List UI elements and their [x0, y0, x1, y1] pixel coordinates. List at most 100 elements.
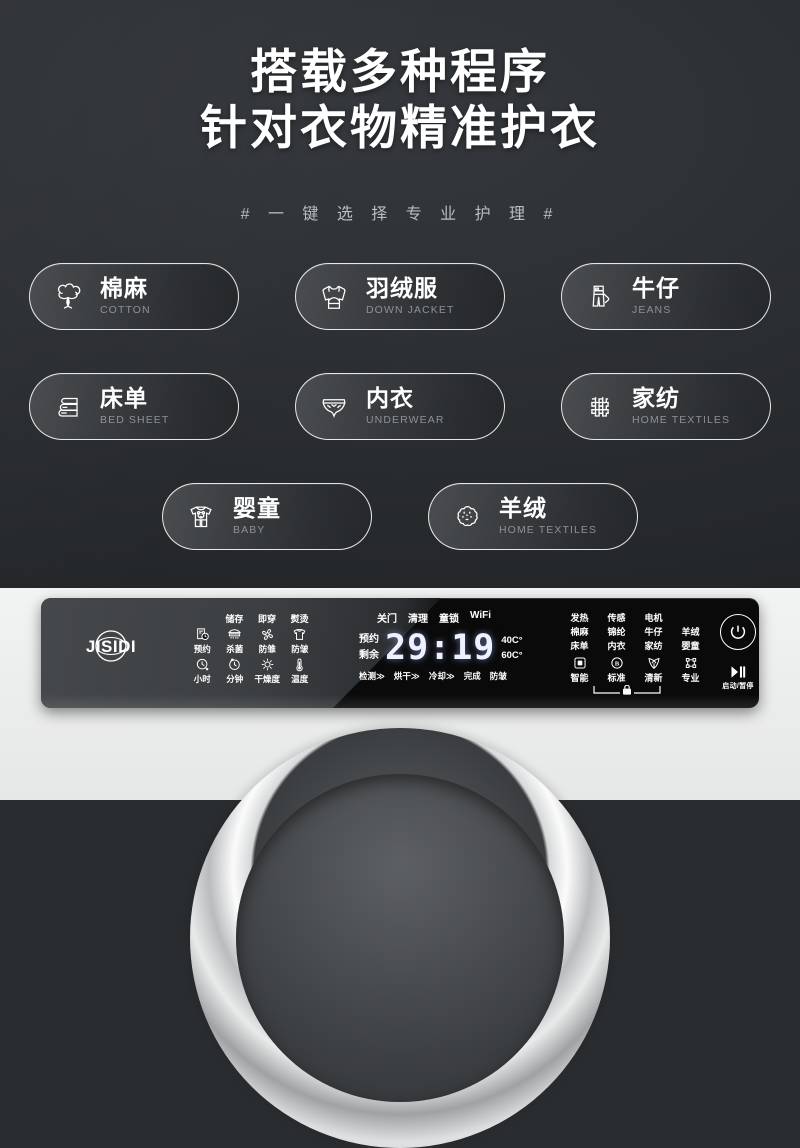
headline-line-2: 针对衣物精准护衣 — [200, 101, 600, 154]
button-label: 防皱 — [291, 644, 309, 654]
folded-sheet-icon — [58, 397, 78, 417]
mode-label: 专业 — [681, 673, 700, 683]
step-anti-wrinkle: 防皱 — [489, 671, 507, 681]
page-subtitle: # 一 键 选 择 专 业 护 理 # — [240, 206, 560, 223]
fabric-bed-sheet: 床单 — [570, 641, 589, 651]
program-pill-baby[interactable]: 婴童 BABY — [162, 483, 372, 550]
page-title: 搭载多种程序 针对衣物精准护衣 — [0, 44, 800, 156]
svg-text:B: B — [614, 661, 619, 668]
button-label: 防雏 — [258, 644, 276, 654]
down-jacket-icon — [322, 285, 346, 309]
button-professional-mode[interactable]: 专业 — [672, 656, 709, 684]
program-label-en: JEANS — [632, 304, 672, 316]
label-remaining: 剩余 — [359, 650, 379, 661]
power-section: 启动/暂停 — [713, 614, 759, 691]
label-iron: 熨烫 — [290, 614, 309, 624]
control-panel: JISIDI 储存 即穿 熨烫 预约 杀菌 防雏 防皱 小时 分钟 干燥度 温度… — [41, 598, 759, 708]
button-hour[interactable]: 小时 — [186, 657, 219, 685]
storage-wear-iron-labels: 储存 即穿 熨烫 — [218, 612, 316, 625]
anti-wrinkle-shirt-icon — [293, 629, 306, 640]
button-fresh-mode[interactable]: 清新 — [635, 656, 672, 684]
mode-label: 智能 — [570, 673, 589, 683]
schedule-icon — [196, 628, 209, 641]
right-program-cluster: 发热 传感 电机 棉麻 锦纶 牛仔 羊绒 床单 内衣 家纺 婴童 智能 B 标准… — [561, 611, 711, 702]
cotton-flower-icon — [57, 282, 81, 309]
program-pill-underwear[interactable]: 内衣 UNDERWEAR — [295, 373, 505, 440]
fabric-home-textiles: 家纺 — [644, 641, 663, 651]
smart-square-icon — [573, 657, 586, 669]
thermometer-icon — [296, 658, 303, 672]
component-status-row: 发热 传感 电机 — [561, 611, 711, 625]
status-child-lock: 童锁 — [439, 614, 459, 625]
jisidi-logo-icon: JISIDI — [86, 630, 136, 662]
label-reserve: 预约 — [359, 634, 379, 645]
button-smart-mode[interactable]: 智能 — [561, 656, 598, 684]
program-label-cn: 内衣 — [366, 385, 414, 411]
program-label-en: HOME TEXTILES — [499, 524, 598, 536]
button-anti-mite[interactable]: 防雏 — [251, 627, 284, 655]
button-temperature[interactable]: 温度 — [284, 657, 317, 685]
mode-label: 清新 — [644, 673, 663, 683]
button-dryness[interactable]: 干燥度 — [251, 657, 284, 685]
play-pause-icon — [731, 666, 746, 678]
start-pause-button[interactable]: 启动/暂停 — [713, 664, 759, 691]
jeans-icon — [592, 285, 610, 307]
program-label-cn: 羽绒服 — [366, 275, 438, 301]
dryness-sun-icon — [261, 658, 273, 671]
mode-label: 标准 — [607, 673, 626, 683]
button-label: 预约 — [193, 644, 211, 654]
power-icon — [730, 625, 746, 639]
step-cool: 冷却≫ — [428, 671, 455, 681]
program-pill-jeans[interactable]: 牛仔 JEANS — [561, 263, 771, 330]
start-pause-label: 启动/暂停 — [722, 683, 754, 690]
program-pill-wool[interactable]: 羊绒 HOME TEXTILES — [428, 483, 638, 550]
program-label-en: COTTON — [100, 304, 151, 316]
power-button[interactable] — [720, 614, 756, 650]
button-sterilize[interactable]: 杀菌 — [219, 627, 252, 655]
button-label: 分钟 — [226, 674, 244, 684]
button-minute[interactable]: 分钟 — [219, 657, 252, 685]
program-label-cn: 床单 — [100, 385, 148, 411]
label-storage: 储存 — [225, 614, 244, 624]
adjust-icon-row: 小时 分钟 干燥度 温度 — [186, 657, 316, 685]
display-status-row: 关门 清理 童锁 WiFi — [377, 610, 539, 625]
hour-clock-icon — [196, 658, 208, 671]
button-label: 小时 — [193, 674, 211, 684]
sterilize-icon — [228, 629, 242, 639]
left-function-cluster: 储存 即穿 熨烫 预约 杀菌 防雏 防皱 小时 分钟 干燥度 温度 — [186, 612, 316, 685]
label-ready-wear: 即穿 — [258, 614, 277, 624]
display-progress-steps: 检测≫ 烘干≫ 冷却≫ 完成 防皱 — [359, 670, 539, 682]
status-heating: 发热 — [570, 613, 589, 623]
program-label-cn: 棉麻 — [100, 275, 148, 301]
status-display: 关门 清理 童锁 WiFi 预约 剩余 29:19 40C° 60C° 检测≫ … — [359, 610, 539, 698]
button-schedule[interactable]: 预约 — [186, 627, 219, 655]
minute-clock-icon — [229, 658, 241, 671]
fresh-leaf-icon — [647, 657, 660, 669]
button-label: 干燥度 — [254, 674, 280, 684]
program-row-2: 床单 BED SHEET 内衣 UNDERWEAR 家纺 HOME TEXTIL… — [0, 373, 800, 440]
program-pill-down-jacket[interactable]: 羽绒服 DOWN JACKET — [295, 263, 505, 330]
step-dry: 烘干≫ — [393, 671, 420, 681]
machine-door[interactable] — [190, 728, 610, 1148]
fabric-jeans: 牛仔 — [644, 627, 663, 637]
anti-mite-icon — [261, 629, 273, 640]
program-pill-home-textiles[interactable]: 家纺 HOME TEXTILES — [561, 373, 771, 440]
fabric-row-1: 棉麻 锦纶 牛仔 羊绒 — [561, 625, 711, 639]
underwear-icon — [322, 398, 346, 418]
button-standard-mode[interactable]: B 标准 — [598, 656, 635, 684]
program-label-en: BED SHEET — [100, 414, 170, 426]
status-sensor: 传感 — [607, 613, 626, 623]
panel-sheen — [41, 694, 759, 708]
status-wifi: WiFi — [470, 610, 492, 621]
fabric-nylon: 锦纶 — [607, 627, 626, 637]
display-side-labels: 预约 剩余 — [359, 632, 379, 664]
function-icon-row: 预约 杀菌 防雏 防皱 — [186, 627, 316, 655]
program-row-3: 婴童 BABY 羊绒 HOME TEXTILES — [0, 483, 800, 550]
temperature-low: 40C° — [501, 635, 523, 646]
program-pill-cotton[interactable]: 棉麻 COTTON — [29, 263, 239, 330]
temperature-high: 60C° — [501, 650, 523, 661]
professional-icon — [685, 658, 696, 668]
button-anti-wrinkle[interactable]: 防皱 — [284, 627, 317, 655]
program-pill-bed-sheet[interactable]: 床单 BED SHEET — [29, 373, 239, 440]
button-label: 杀菌 — [226, 644, 244, 654]
